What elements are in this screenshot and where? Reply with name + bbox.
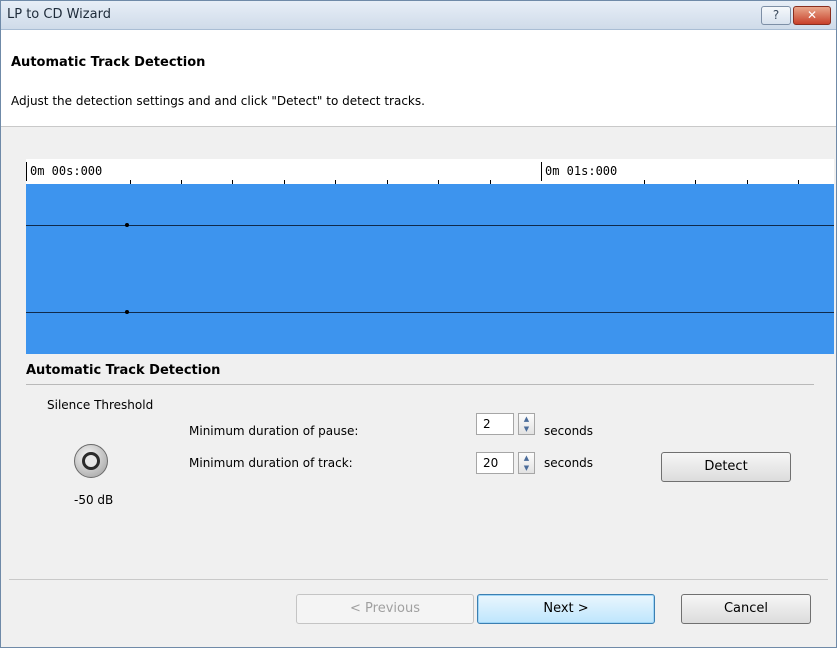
waveform-display[interactable]: [26, 184, 834, 354]
knob-dial-icon: [82, 452, 100, 470]
cancel-button[interactable]: Cancel: [681, 594, 811, 624]
silence-threshold-value: -50 dB: [74, 493, 114, 507]
wizard-header: Automatic Track Detection Adjust the det…: [1, 30, 836, 127]
ruler-label-start: 0m 00s:000: [30, 164, 103, 178]
help-button[interactable]: ?: [761, 6, 791, 25]
footer-divider: [9, 579, 828, 580]
waveform-channel-left: [26, 225, 834, 226]
help-icon: ?: [772, 8, 780, 22]
timeline-ruler[interactable]: 0m 00s:000 0m 01s:000: [26, 159, 834, 184]
section-divider: [26, 384, 814, 385]
min-pause-input[interactable]: 2: [476, 413, 514, 435]
ruler-marker-mid: [541, 162, 542, 181]
waveform-channel-right: [26, 312, 834, 313]
min-track-stepper[interactable]: ▲ ▼: [518, 452, 535, 474]
window-title: LP to CD Wizard: [7, 7, 111, 22]
waveform-marker: [125, 310, 129, 314]
spin-up-icon[interactable]: ▲: [519, 414, 534, 424]
detection-section-title: Automatic Track Detection: [26, 363, 221, 378]
spin-down-icon[interactable]: ▼: [519, 424, 534, 434]
title-bar[interactable]: LP to CD Wizard ? ✕: [1, 1, 836, 30]
min-track-label: Minimum duration of track:: [189, 456, 353, 470]
min-pause-label: Minimum duration of pause:: [189, 424, 359, 438]
silence-threshold-knob[interactable]: [74, 444, 108, 478]
spin-up-icon[interactable]: ▲: [519, 453, 534, 463]
waveform-marker: [125, 223, 129, 227]
previous-button[interactable]: < Previous: [296, 594, 474, 624]
close-icon: ✕: [806, 8, 818, 22]
next-button[interactable]: Next >: [477, 594, 655, 624]
min-track-unit: seconds: [544, 456, 594, 470]
ruler-label-mid: 0m 01s:000: [545, 164, 618, 178]
close-button[interactable]: ✕: [793, 6, 831, 25]
min-pause-stepper[interactable]: ▲ ▼: [518, 413, 535, 435]
spin-down-icon[interactable]: ▼: [519, 463, 534, 473]
wizard-window: LP to CD Wizard ? ✕ Automatic Track Dete…: [0, 0, 837, 648]
min-track-input[interactable]: 20: [476, 452, 514, 474]
min-pause-unit: seconds: [544, 424, 594, 438]
page-title: Automatic Track Detection: [11, 55, 206, 70]
detect-button[interactable]: Detect: [661, 452, 791, 482]
page-description: Adjust the detection settings and and cl…: [11, 94, 425, 108]
ruler-marker-start: [26, 162, 27, 181]
silence-threshold-label: Silence Threshold: [47, 398, 154, 412]
